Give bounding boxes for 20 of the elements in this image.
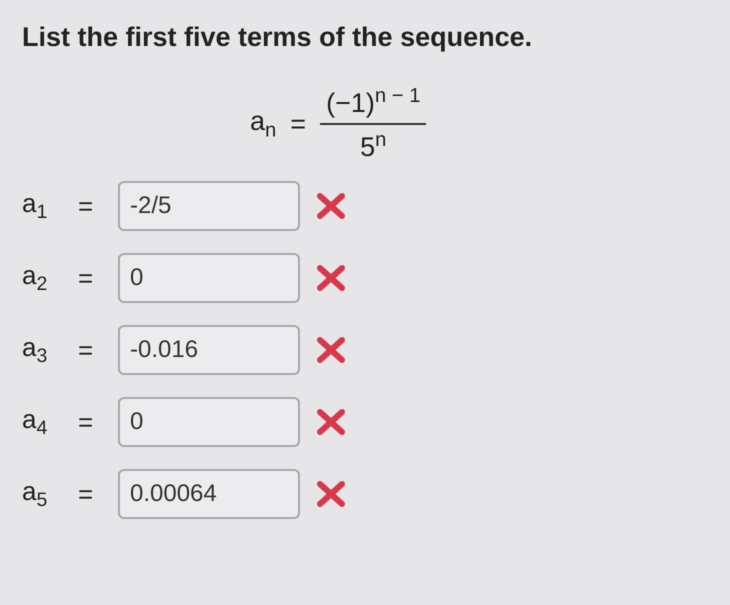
answer-field[interactable]: -2/5 xyxy=(118,181,300,231)
equals-sign: = xyxy=(78,406,94,438)
term-label: a$_{5}$ xyxy=(22,476,48,512)
answer-field[interactable]: -0.016 xyxy=(118,325,300,375)
answer-field[interactable]: 0.00064 xyxy=(118,469,300,519)
equals-sign: = xyxy=(290,108,306,140)
equals-sign: = xyxy=(78,190,94,222)
equals-sign: = xyxy=(78,478,94,510)
formula-lhs: a$_{n}$ xyxy=(250,106,276,142)
answer-field[interactable]: 0 xyxy=(118,253,300,303)
term-label: a$_{2}$ xyxy=(22,260,48,296)
question-text: List the first five terms of the sequence. xyxy=(22,22,534,53)
term-label: a$_{4}$ xyxy=(22,404,48,440)
term-label: a$_{3}$ xyxy=(22,332,48,368)
term-label: a$_{1}$ xyxy=(22,188,48,224)
equals-sign: = xyxy=(78,262,94,294)
equals-sign: = xyxy=(78,334,94,366)
answer-field[interactable]: 0 xyxy=(118,397,300,447)
denominator: 5$^{n}$ xyxy=(360,128,386,163)
numerator: (−1)$^{n − 1}$ xyxy=(325,85,422,120)
